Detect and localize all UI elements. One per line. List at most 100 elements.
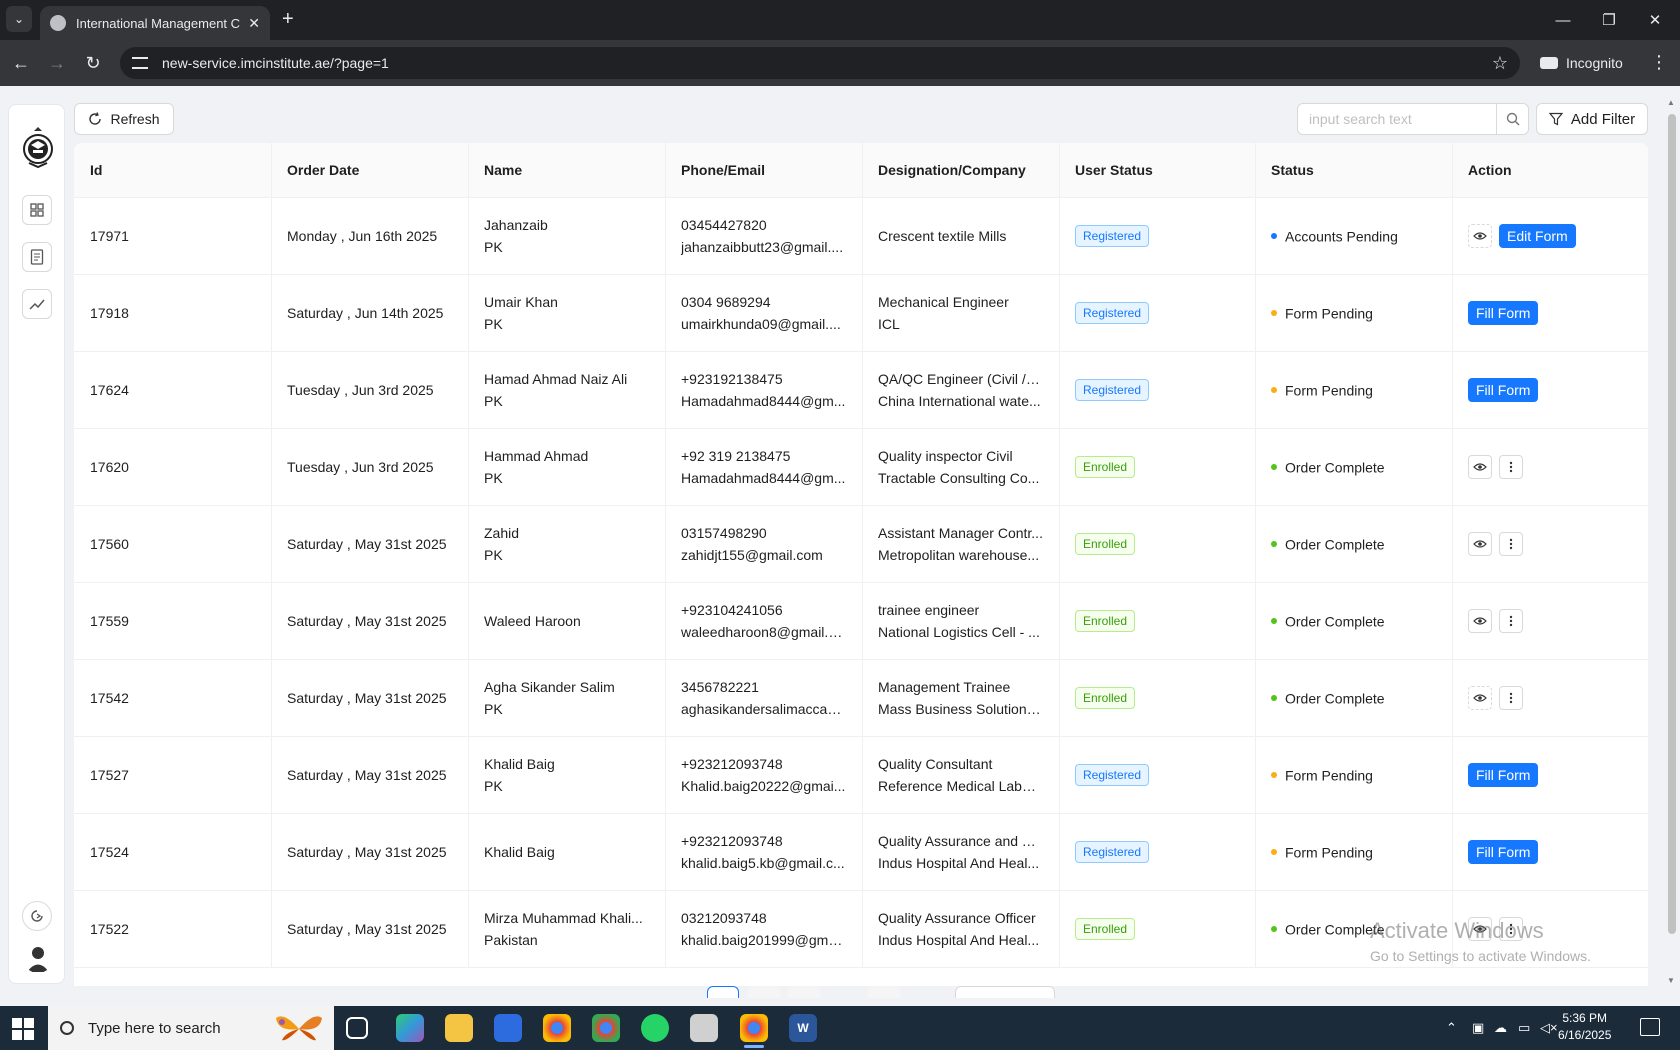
tab-close-icon[interactable]: ✕ xyxy=(248,15,260,32)
dashboard-icon[interactable] xyxy=(22,195,52,225)
minimize-icon[interactable]: — xyxy=(1540,0,1586,40)
orders-icon[interactable] xyxy=(22,242,52,272)
more-options-icon[interactable] xyxy=(1499,608,1523,633)
forward-icon[interactable]: → xyxy=(44,50,70,76)
notifications-icon[interactable] xyxy=(1640,1018,1660,1036)
word-icon[interactable]: W xyxy=(789,1014,817,1042)
customer-email: khalid.baig201999@gma... xyxy=(681,931,846,948)
fill-form-button[interactable]: Fill Form xyxy=(1468,300,1539,325)
bookmark-star-icon[interactable]: ☆ xyxy=(1492,53,1508,74)
view-eye-icon[interactable] xyxy=(1468,608,1492,633)
cell-id: 17524 xyxy=(74,813,271,891)
user-avatar[interactable] xyxy=(23,943,53,973)
onedrive-icon[interactable]: ☁ xyxy=(1494,1006,1507,1050)
cell-id: 17918 xyxy=(74,274,271,352)
new-tab-icon[interactable]: + xyxy=(282,8,294,31)
more-options-icon[interactable] xyxy=(1499,531,1523,556)
pagination-page[interactable] xyxy=(748,986,780,998)
view-eye-icon[interactable] xyxy=(1468,454,1492,479)
search-input[interactable] xyxy=(1309,111,1485,127)
order-status: Form Pending xyxy=(1285,767,1373,784)
restore-icon[interactable]: ❐ xyxy=(1586,0,1632,40)
table-row[interactable]: 17542 Saturday , May 31st 2025 Agha Sikand… xyxy=(74,659,1648,737)
edit-form-button[interactable]: Edit Form xyxy=(1499,223,1576,248)
table-row[interactable]: 17560 Saturday , May 31st 2025 Zahid PK 0315… xyxy=(74,505,1648,583)
table-row[interactable]: 17527 Saturday , May 31st 2025 Khalid Baig… xyxy=(74,736,1648,814)
volume-icon[interactable]: ◁× xyxy=(1540,1006,1558,1050)
order-id: 17527 xyxy=(90,766,129,783)
window-close-icon[interactable]: ✕ xyxy=(1632,0,1678,40)
pagination-page[interactable] xyxy=(868,986,900,998)
table-row[interactable]: 17559 Saturday , May 31st 2025 Waleed Haro… xyxy=(74,582,1648,660)
incognito-indicator[interactable]: Incognito xyxy=(1540,50,1623,76)
orders-table: Id Order Date Name Phone/Email Designation/C… xyxy=(74,143,1648,986)
customer-phone: +92 319 2138475 xyxy=(681,447,791,464)
customer-name: Hammad Ahmad xyxy=(484,447,589,464)
scroll-down-icon[interactable]: ▼ xyxy=(1667,976,1675,985)
browser-menu-icon[interactable]: ⋮ xyxy=(1650,52,1668,73)
view-eye-icon[interactable] xyxy=(1468,223,1492,248)
cell-order-date: Tuesday , Jun 3rd 2025 xyxy=(271,428,468,506)
whatsapp-icon[interactable] xyxy=(641,1014,669,1042)
column-header: Action xyxy=(1452,143,1648,198)
copilot-icon[interactable] xyxy=(396,1014,424,1042)
view-eye-icon[interactable] xyxy=(1468,685,1492,710)
tray-overflow-icon[interactable]: ⌃ xyxy=(1446,1006,1457,1050)
customer-company: Indus Hospital And Heal... xyxy=(878,931,1040,948)
table-row[interactable]: 17524 Saturday , May 31st 2025 Khalid Baig… xyxy=(74,813,1648,891)
chrome-active-icon[interactable] xyxy=(740,1014,768,1048)
taskbar-search[interactable]: Type here to search xyxy=(48,1006,334,1050)
app-icon[interactable] xyxy=(690,1014,718,1042)
incognito-label: Incognito xyxy=(1566,55,1623,71)
fill-form-button[interactable]: Fill Form xyxy=(1468,762,1539,787)
search-button[interactable] xyxy=(1496,103,1529,135)
page-size-select[interactable] xyxy=(955,986,1055,998)
tab-search-dropdown-icon[interactable]: ⌄ xyxy=(6,6,32,32)
table-row[interactable]: 17971 Monday , Jun 16th 2025 Jahanzaib PK 03… xyxy=(74,197,1648,275)
order-status: Accounts Pending xyxy=(1285,228,1398,245)
refresh-button[interactable]: Refresh xyxy=(74,103,174,135)
pagination-page-active[interactable] xyxy=(707,986,739,998)
customer-company: Mass Business Solutions ... xyxy=(878,700,1043,717)
more-options-icon[interactable] xyxy=(1499,685,1523,710)
scroll-up-icon[interactable]: ▲ xyxy=(1667,98,1675,107)
table-row[interactable]: 17624 Tuesday , Jun 3rd 2025 Hamad Ahmad N… xyxy=(74,351,1648,429)
chrome-icon[interactable] xyxy=(543,1014,571,1042)
chrome-profile-icon[interactable] xyxy=(592,1014,620,1042)
cell-name: Waleed Haroon xyxy=(468,582,665,660)
taskbar-clock[interactable]: 5:36 PM 6/16/2025 xyxy=(1558,1010,1611,1044)
order-date: Saturday , Jun 14th 2025 xyxy=(287,304,444,321)
fill-form-button[interactable]: Fill Form xyxy=(1468,377,1539,402)
cell-order-date: Saturday , May 31st 2025 xyxy=(271,736,468,814)
status-dot-icon xyxy=(1271,849,1277,856)
add-filter-button[interactable]: Add Filter xyxy=(1536,103,1648,135)
logout-icon[interactable] xyxy=(22,901,52,931)
file-explorer-icon[interactable] xyxy=(445,1014,473,1042)
cell-status: Order Complete xyxy=(1255,428,1452,506)
tray-app-icon[interactable]: ▣ xyxy=(1472,1006,1484,1050)
scrollbar-thumb[interactable] xyxy=(1668,114,1676,934)
user-status-badge: Enrolled xyxy=(1075,917,1136,940)
task-view-icon[interactable] xyxy=(346,1017,368,1039)
browser-tab-active[interactable]: International Management Con ✕ xyxy=(40,6,270,40)
page-scrollbar[interactable]: ▲ ▼ xyxy=(1664,98,1678,988)
customer-country: PK xyxy=(484,392,503,409)
analytics-icon[interactable] xyxy=(22,289,52,319)
cell-user-status: Enrolled xyxy=(1059,505,1255,583)
fill-form-button[interactable]: Fill Form xyxy=(1468,839,1539,864)
address-bar[interactable]: new-service.imcinstitute.ae/?page=1 ☆ xyxy=(120,47,1520,79)
back-icon[interactable]: ← xyxy=(8,50,34,76)
app-icon[interactable] xyxy=(494,1014,522,1042)
more-options-icon[interactable] xyxy=(1499,454,1523,479)
site-info-icon[interactable] xyxy=(132,57,148,69)
reload-icon[interactable]: ↻ xyxy=(80,50,106,76)
windows-start-icon[interactable] xyxy=(12,1018,34,1040)
table-row[interactable]: 17918 Saturday , Jun 14th 2025 Umair Khan P… xyxy=(74,274,1648,352)
pagination-page[interactable] xyxy=(788,986,820,998)
customer-name: Zahid xyxy=(484,524,520,541)
pagination xyxy=(0,986,1680,998)
view-eye-icon[interactable] xyxy=(1468,531,1492,556)
table-row[interactable]: 17620 Tuesday , Jun 3rd 2025 Hammad Ahmad P… xyxy=(74,428,1648,506)
network-icon[interactable]: ▭ xyxy=(1518,1006,1530,1050)
order-id: 17524 xyxy=(90,843,129,860)
